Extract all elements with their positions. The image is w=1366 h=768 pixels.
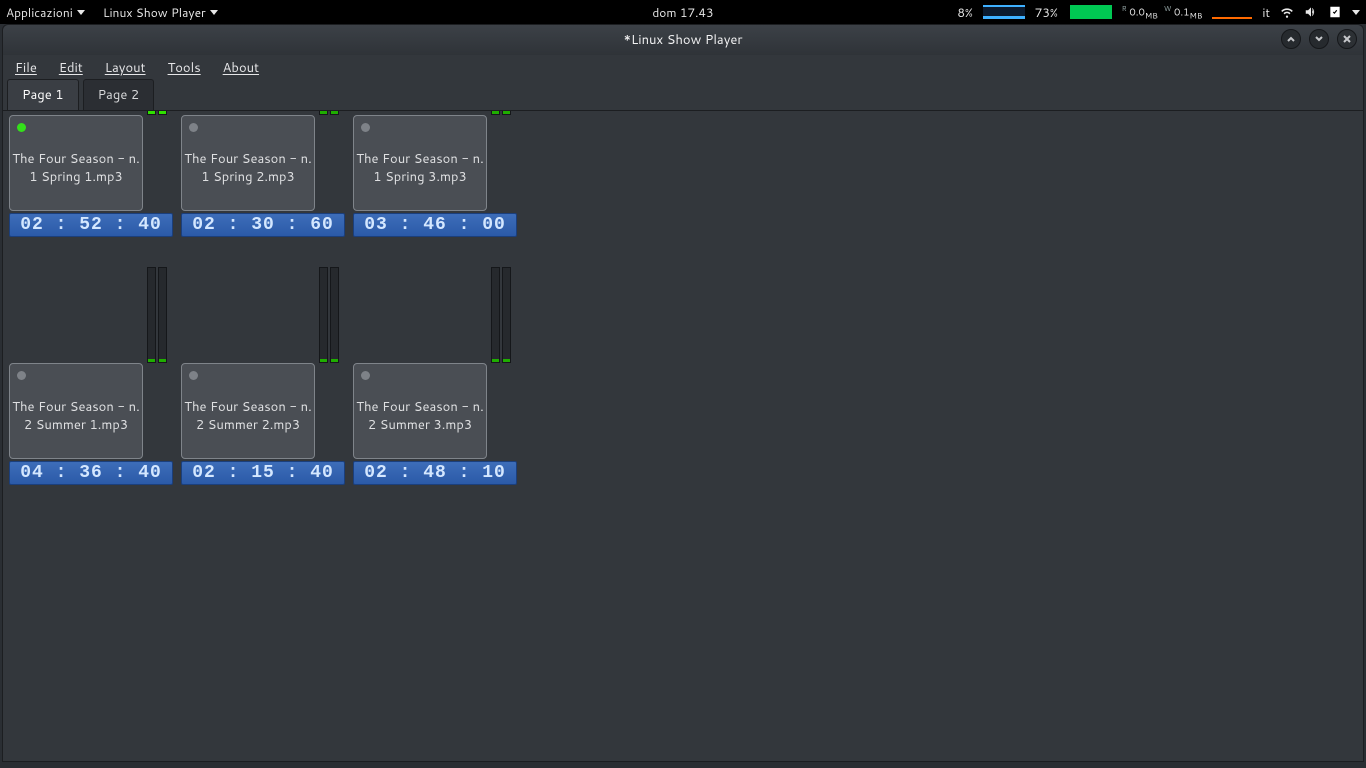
network-indicator: R 0.0MB W 0.1MB <box>1122 4 1203 20</box>
window-title: *Linux Show Player <box>623 31 742 49</box>
vu-channel <box>502 267 511 363</box>
active-app-menu[interactable]: Linux Show Player <box>103 4 218 21</box>
menu-about[interactable]: About <box>223 59 259 77</box>
vu-meter <box>319 111 343 115</box>
cue-label: The Four Season - n.1 Spring 3.mp3 <box>354 150 486 186</box>
cue-cell: The Four Season - n.2 Summer 3.mp3 02 : 4… <box>353 363 517 485</box>
memory-meter <box>1070 5 1112 19</box>
mem-percent: 73% <box>1035 4 1058 21</box>
menubar: File Edit Layout Tools About <box>3 55 1363 81</box>
active-app-label: Linux Show Player <box>103 4 206 21</box>
cue-button[interactable]: The Four Season - n.2 Summer 1.mp3 <box>9 363 143 459</box>
cue-time: 02 : 48 : 10 <box>353 461 517 485</box>
cue-cell: The Four Season - n.1 Spring 1.mp3 02 : 5… <box>9 115 173 237</box>
chevron-down-icon <box>210 10 218 15</box>
vu-channel <box>319 267 328 363</box>
vu-channel <box>502 111 511 115</box>
vu-meter <box>319 267 343 363</box>
vu-channel <box>330 111 339 115</box>
applications-label: Applicazioni <box>6 4 73 21</box>
cue-button[interactable]: The Four Season - n.1 Spring 3.mp3 <box>353 115 487 211</box>
titlebar[interactable]: *Linux Show Player <box>3 25 1363 55</box>
cue-cell: The Four Season - n.2 Summer 2.mp3 02 : 1… <box>181 363 345 485</box>
vu-channel <box>147 111 156 115</box>
cue-time: 02 : 52 : 40 <box>9 213 173 237</box>
status-dot-icon <box>17 123 26 132</box>
cue-label: The Four Season - n.1 Spring 1.mp3 <box>10 150 142 186</box>
cpu-percent: 8% <box>957 4 972 21</box>
menu-layout[interactable]: Layout <box>105 59 146 77</box>
menu-file[interactable]: File <box>15 59 37 77</box>
tabstrip: Page 1 Page 2 <box>3 81 1363 111</box>
system-menu-icon[interactable] <box>1352 10 1360 15</box>
cue-time: 04 : 36 : 40 <box>9 461 173 485</box>
chevron-down-icon <box>77 10 85 15</box>
updates-icon[interactable] <box>1328 5 1342 19</box>
app-window: *Linux Show Player File Edit Layout Tool… <box>2 24 1364 762</box>
tab-page-1[interactable]: Page 1 <box>7 79 79 110</box>
vu-meter <box>147 267 171 363</box>
cue-cell: The Four Season - n.1 Spring 3.mp3 03 : 4… <box>353 115 517 237</box>
cue-button[interactable]: The Four Season - n.1 Spring 2.mp3 <box>181 115 315 211</box>
vu-meter <box>147 111 171 115</box>
vu-meter <box>491 267 515 363</box>
maximize-button[interactable] <box>1309 29 1329 49</box>
wifi-icon[interactable] <box>1280 5 1294 19</box>
vu-channel <box>491 111 500 115</box>
cue-button[interactable]: The Four Season - n.2 Summer 3.mp3 <box>353 363 487 459</box>
cue-time: 02 : 30 : 60 <box>181 213 345 237</box>
cue-label: The Four Season - n.2 Summer 1.mp3 <box>10 398 142 434</box>
cue-label: The Four Season - n.2 Summer 2.mp3 <box>182 398 314 434</box>
tab-page-2[interactable]: Page 2 <box>83 79 155 110</box>
volume-icon[interactable] <box>1304 5 1318 19</box>
vu-meter <box>491 111 515 115</box>
cue-time: 03 : 46 : 00 <box>353 213 517 237</box>
status-dot-icon <box>189 123 198 132</box>
network-graph <box>1212 5 1252 19</box>
status-dot-icon <box>361 123 370 132</box>
vu-channel <box>319 111 328 115</box>
cue-button[interactable]: The Four Season - n.2 Summer 2.mp3 <box>181 363 315 459</box>
minimize-button[interactable] <box>1281 29 1301 49</box>
status-dot-icon <box>17 371 26 380</box>
system-panel: Applicazioni Linux Show Player dom 17.43… <box>0 0 1366 24</box>
panel-clock[interactable]: dom 17.43 <box>652 4 713 21</box>
cue-label: The Four Season - n.1 Spring 2.mp3 <box>182 150 314 186</box>
vu-channel <box>330 267 339 363</box>
keyboard-layout[interactable]: it <box>1262 4 1270 21</box>
status-dot-icon <box>189 371 198 380</box>
cue-button[interactable]: The Four Season - n.1 Spring 1.mp3 <box>9 115 143 211</box>
status-dot-icon <box>361 371 370 380</box>
cue-time: 02 : 15 : 40 <box>181 461 345 485</box>
cpu-meter <box>983 5 1025 19</box>
vu-channel <box>491 267 500 363</box>
cue-cell: The Four Season - n.1 Spring 2.mp3 02 : 3… <box>181 115 345 237</box>
close-button[interactable] <box>1337 29 1357 49</box>
cue-label: The Four Season - n.2 Summer 3.mp3 <box>354 398 486 434</box>
menu-tools[interactable]: Tools <box>168 59 201 77</box>
vu-channel <box>158 267 167 363</box>
cue-stage[interactable]: The Four Season - n.1 Spring 1.mp3 02 : 5… <box>3 111 1363 761</box>
vu-channel <box>158 111 167 115</box>
cue-cell: The Four Season - n.2 Summer 1.mp3 04 : 3… <box>9 363 173 485</box>
vu-channel <box>147 267 156 363</box>
menu-edit[interactable]: Edit <box>59 59 83 77</box>
applications-menu[interactable]: Applicazioni <box>6 4 85 21</box>
